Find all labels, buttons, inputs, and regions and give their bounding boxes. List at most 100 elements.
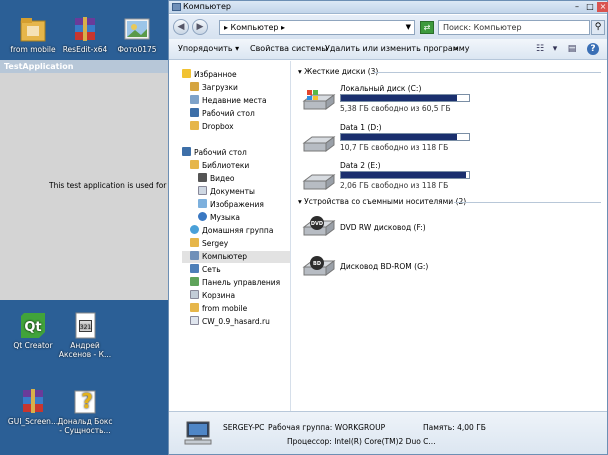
arrow-left-icon: ◀ xyxy=(177,22,185,32)
desktop-icon-donald-box[interactable]: ? Дональд Бокс - Сущность... xyxy=(57,386,113,435)
chevron-down-icon: ▾ xyxy=(235,44,240,53)
refresh-icon: ⇄ xyxy=(423,23,431,32)
search-input[interactable]: Поиск: Компьютер xyxy=(438,20,590,35)
details-pane: SERGEY-PC Рабочая группа: WORKGROUP Памя… xyxy=(169,411,607,454)
desktop-icon-label: from mobile xyxy=(10,45,56,54)
desktop-icon-label: Андрей Аксенов - К... xyxy=(58,341,112,359)
nav-label: Видео xyxy=(210,174,235,183)
nav-recycle-bin[interactable]: Корзина xyxy=(190,290,235,302)
organize-label: Упорядочить xyxy=(178,44,233,53)
preview-pane-icon[interactable]: ▤ xyxy=(566,43,578,55)
dvd-drive-icon: DVD xyxy=(302,216,336,236)
hard-drive-windows-icon xyxy=(302,90,336,110)
group-divider xyxy=(374,72,601,73)
group-header-hard-drives[interactable]: ▾ Жесткие диски (3) xyxy=(298,67,378,76)
documents-icon xyxy=(198,186,207,195)
minimize-button[interactable]: – xyxy=(571,2,583,12)
desktop-icon-label: Дональд Бокс - Сущность... xyxy=(57,417,113,435)
nav-desktop-root[interactable]: Рабочий стол xyxy=(182,147,247,159)
explorer-window: Компьютер – □ × ◀ ▶ ▸ Компьютер ▸ ▼ ⇄ По… xyxy=(168,0,608,455)
drive-usage-fill xyxy=(341,95,458,101)
nav-label: Недавние места xyxy=(202,96,267,105)
nav-computer[interactable]: Компьютер xyxy=(182,251,290,263)
control-panel-icon xyxy=(190,277,199,286)
close-button[interactable]: × xyxy=(597,2,608,12)
user-folder-icon xyxy=(190,238,199,247)
nav-label: Корзина xyxy=(202,291,236,300)
nav-label: from mobile xyxy=(202,304,248,313)
recent-places-icon xyxy=(190,95,199,104)
folder-icon xyxy=(190,303,199,312)
nav-images[interactable]: Изображения xyxy=(198,199,264,211)
drive-free-space: 2,06 ГБ свободно из 118 ГБ xyxy=(340,181,449,190)
chevron-down-icon[interactable]: ▼ xyxy=(406,21,411,34)
drive-usage-bar xyxy=(340,94,470,102)
desktop-icon-label: Фото0175 xyxy=(117,45,157,54)
desktop-icon-from-mobile[interactable]: from mobile xyxy=(5,14,61,55)
nav-music[interactable]: Музыка xyxy=(198,212,240,224)
nav-label: CW_0.9_hasard.ru xyxy=(202,317,270,326)
nav-dropbox[interactable]: Dropbox xyxy=(190,121,234,133)
uninstall-program-button[interactable]: Удалить или изменить программу xyxy=(325,44,470,53)
search-button[interactable]: ⚲ xyxy=(591,20,605,35)
address-path: ▸ Компьютер ▸ xyxy=(224,23,286,32)
back-button[interactable]: ◀ xyxy=(173,19,189,35)
refresh-button[interactable]: ⇄ xyxy=(420,21,434,34)
file-icon xyxy=(190,316,199,325)
music-icon xyxy=(198,212,207,221)
hard-drive-icon xyxy=(302,174,336,190)
nav-label: Загрузки xyxy=(202,83,238,92)
nav-libraries[interactable]: Библиотеки xyxy=(190,160,249,172)
help-icon[interactable]: ? xyxy=(587,43,599,55)
workgroup: Рабочая группа: WORKGROUP xyxy=(268,423,386,432)
video-file-icon: 321 xyxy=(70,310,100,340)
nav-recent-places[interactable]: Недавние места xyxy=(190,95,267,107)
desktop-icon-photo[interactable]: Фото0175 xyxy=(109,14,165,55)
nav-sergey[interactable]: Sergey xyxy=(190,238,228,250)
nav-label: Сеть xyxy=(202,265,221,274)
nav-control-panel[interactable]: Панель управления xyxy=(190,277,280,289)
system-properties-button[interactable]: Свойства системы xyxy=(250,44,328,53)
nav-label: Dropbox xyxy=(202,122,234,131)
test-application-title: TestApplication xyxy=(0,60,170,73)
group-header-removable[interactable]: ▾ Устройства со съемными носителями (2) xyxy=(298,197,466,206)
svg-text:321: 321 xyxy=(80,324,92,331)
window-title: Компьютер xyxy=(183,2,231,11)
nav-network[interactable]: Сеть xyxy=(190,264,221,276)
forward-button[interactable]: ▶ xyxy=(192,19,208,35)
nav-desktop[interactable]: Рабочий стол xyxy=(190,108,255,120)
organize-button[interactable]: Упорядочить ▾ xyxy=(178,44,239,53)
nav-favorites[interactable]: Избранное xyxy=(182,69,237,81)
navigation-pane: Избранное Загрузки Недавние места Рабочи… xyxy=(169,61,291,411)
more-commands-button[interactable]: » xyxy=(453,44,458,53)
desktop-icon-resedit[interactable]: ResEdit-x64 xyxy=(57,14,113,55)
content-pane: ▾ Жесткие диски (3) Локальный диск (C:) … xyxy=(292,61,607,411)
explorer-titlebar[interactable]: Компьютер – □ × xyxy=(169,1,608,14)
arrow-right-icon: ▶ xyxy=(196,22,204,32)
nav-label: Рабочий стол xyxy=(194,148,247,157)
computer-name: SERGEY-PC xyxy=(223,423,265,432)
nav-downloads[interactable]: Загрузки xyxy=(190,82,238,94)
view-options-icon[interactable]: ☷ xyxy=(534,43,546,55)
desktop-icon-qt-creator[interactable]: Qt Qt Creator xyxy=(5,310,61,351)
computer-icon xyxy=(184,421,212,445)
group-header-label: Устройства со съемными носителями (2) xyxy=(304,197,467,206)
nav-homegroup[interactable]: Домашняя группа xyxy=(190,225,273,237)
dvd-badge: DVD xyxy=(311,221,323,227)
search-icon: ⚲ xyxy=(594,22,602,32)
drive-usage-bar xyxy=(340,171,470,179)
nav-from-mobile[interactable]: from mobile xyxy=(190,303,247,315)
nav-cw[interactable]: CW_0.9_hasard.ru xyxy=(190,316,270,328)
nav-documents[interactable]: Документы xyxy=(198,186,255,198)
chevron-down-icon[interactable]: ▾ xyxy=(549,43,561,55)
drive-name: DVD RW дисковод (F:) xyxy=(340,223,426,232)
address-bar[interactable]: ▸ Компьютер ▸ ▼ xyxy=(219,20,415,35)
bd-badge: BD xyxy=(313,261,321,267)
nav-label: Музыка xyxy=(210,213,240,222)
nav-video[interactable]: Видео xyxy=(198,173,234,185)
maximize-button[interactable]: □ xyxy=(584,2,596,12)
desktop-icon-gui-screen[interactable]: GUI_Screen... xyxy=(5,386,61,427)
drive-name: Data 1 (D:) xyxy=(340,123,382,132)
desktop-icon-video[interactable]: 321 Андрей Аксенов - К... xyxy=(57,310,113,359)
drive-name: Локальный диск (C:) xyxy=(340,84,422,93)
